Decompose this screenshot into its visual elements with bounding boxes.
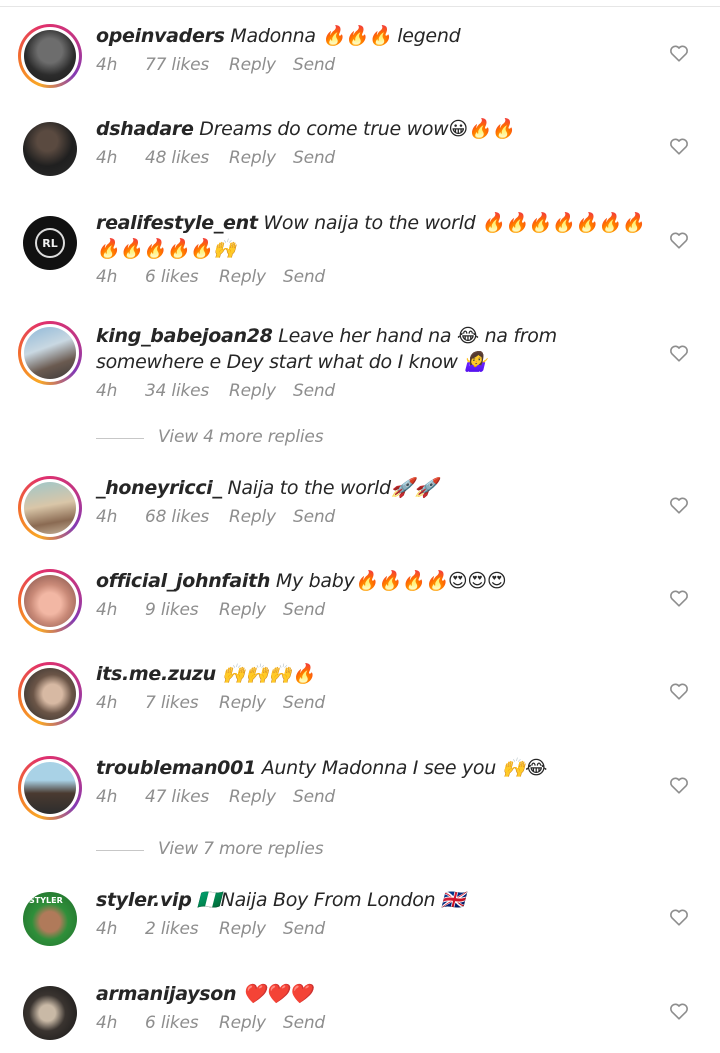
timestamp: 4h — [96, 148, 118, 168]
reply-button[interactable]: Reply — [219, 600, 266, 620]
timestamp: 4h — [96, 267, 118, 287]
likes-count[interactable]: 6 likes — [145, 267, 199, 287]
send-button[interactable]: Send — [283, 919, 325, 939]
heart-icon[interactable] — [669, 682, 689, 700]
reply-button[interactable]: Reply — [219, 919, 266, 939]
reply-button[interactable]: Reply — [229, 507, 276, 527]
timestamp: 4h — [96, 600, 118, 620]
likes-count[interactable]: 6 likes — [145, 1013, 199, 1033]
comment-text: Madonna 🔥🔥🔥 legend — [230, 25, 461, 47]
divider-line — [96, 438, 144, 439]
username[interactable]: realifestyle_ent — [96, 212, 258, 234]
username[interactable]: opeinvaders — [96, 25, 225, 47]
comment-text: ❤️❤️❤️ — [242, 983, 313, 1005]
likes-count[interactable]: 77 likes — [145, 55, 209, 75]
comment-text: Naija to the world🚀🚀 — [227, 477, 438, 499]
avatar — [24, 575, 76, 627]
avatar — [24, 327, 76, 379]
username[interactable]: king_babejoan28 — [96, 325, 273, 347]
timestamp: 4h — [96, 381, 118, 401]
heart-icon[interactable] — [669, 908, 689, 926]
avatar — [24, 762, 76, 814]
heart-icon[interactable] — [669, 776, 689, 794]
avatar-logo: RL — [35, 228, 65, 258]
likes-count[interactable]: 48 likes — [145, 148, 209, 168]
send-button[interactable]: Send — [283, 1013, 325, 1033]
avatar — [24, 482, 76, 534]
comment-text: My baby🔥🔥🔥🔥😍😍😍 — [275, 570, 507, 592]
comment-text: Aunty Madonna I see you 🙌😂 — [261, 757, 548, 779]
heart-icon[interactable] — [669, 137, 689, 155]
reply-button[interactable]: Reply — [229, 787, 276, 807]
reply-button[interactable]: Reply — [229, 55, 276, 75]
timestamp: 4h — [96, 1013, 118, 1033]
username[interactable]: armanijayson — [96, 983, 237, 1005]
avatar — [24, 668, 76, 720]
send-button[interactable]: Send — [293, 381, 335, 401]
likes-count[interactable]: 47 likes — [145, 787, 209, 807]
view-more-replies[interactable]: View 4 more replies — [96, 427, 396, 451]
timestamp: 4h — [96, 55, 118, 75]
likes-count[interactable]: 68 likes — [145, 507, 209, 527]
view-more-replies[interactable]: View 7 more replies — [96, 839, 396, 863]
username[interactable]: _honeyricci_ — [96, 477, 222, 499]
send-button[interactable]: Send — [293, 787, 335, 807]
username[interactable]: troubleman001 — [96, 757, 256, 779]
username[interactable]: its.me.zuzu — [96, 663, 216, 685]
avatar-story-ring[interactable] — [18, 662, 82, 726]
send-button[interactable]: Send — [293, 148, 335, 168]
heart-icon[interactable] — [669, 344, 689, 362]
top-divider — [0, 6, 720, 7]
send-button[interactable]: Send — [283, 693, 325, 713]
avatar: STYLER — [23, 892, 77, 946]
avatar — [24, 30, 76, 82]
comment-text: Dreams do come true wow😀🔥🔥 — [199, 118, 515, 140]
reply-button[interactable]: Reply — [219, 693, 266, 713]
heart-icon[interactable] — [669, 496, 689, 514]
heart-icon[interactable] — [669, 589, 689, 607]
avatar-wrap[interactable]: RL — [18, 211, 82, 275]
comment-text: 🇳🇬Naija Boy From London 🇬🇧 — [197, 889, 465, 911]
heart-icon[interactable] — [669, 231, 689, 249]
heart-icon[interactable] — [669, 1002, 689, 1020]
avatar-wrap[interactable]: STYLER — [18, 887, 82, 951]
avatar — [23, 986, 77, 1040]
avatar-story-ring[interactable] — [18, 476, 82, 540]
send-button[interactable]: Send — [293, 55, 335, 75]
avatar-story-ring[interactable] — [18, 756, 82, 820]
timestamp: 4h — [96, 507, 118, 527]
reply-button[interactable]: Reply — [229, 381, 276, 401]
likes-count[interactable]: 7 likes — [145, 693, 199, 713]
reply-button[interactable]: Reply — [219, 267, 266, 287]
avatar-story-ring[interactable] — [18, 24, 82, 88]
send-button[interactable]: Send — [283, 600, 325, 620]
heart-icon[interactable] — [669, 44, 689, 62]
send-button[interactable]: Send — [293, 507, 335, 527]
avatar-story-ring[interactable] — [18, 569, 82, 633]
avatar-brand-text: STYLER — [29, 896, 63, 905]
likes-count[interactable]: 9 likes — [145, 600, 199, 620]
likes-count[interactable]: 34 likes — [145, 381, 209, 401]
avatar: RL — [23, 216, 77, 270]
view-more-label[interactable]: View 7 more replies — [158, 839, 324, 859]
reply-button[interactable]: Reply — [229, 148, 276, 168]
avatar — [23, 122, 77, 176]
avatar-wrap[interactable] — [18, 981, 82, 1045]
username[interactable]: official_johnfaith — [96, 570, 270, 592]
send-button[interactable]: Send — [283, 267, 325, 287]
username[interactable]: dshadare — [96, 118, 194, 140]
timestamp: 4h — [96, 693, 118, 713]
username[interactable]: styler.vip — [96, 889, 192, 911]
avatar-story-ring[interactable] — [18, 321, 82, 385]
timestamp: 4h — [96, 919, 118, 939]
divider-line — [96, 850, 144, 851]
timestamp: 4h — [96, 787, 118, 807]
likes-count[interactable]: 2 likes — [145, 919, 199, 939]
view-more-label[interactable]: View 4 more replies — [158, 427, 324, 447]
avatar-wrap[interactable] — [18, 117, 82, 181]
reply-button[interactable]: Reply — [219, 1013, 266, 1033]
comment-text: 🙌🙌🙌🔥 — [221, 663, 316, 685]
